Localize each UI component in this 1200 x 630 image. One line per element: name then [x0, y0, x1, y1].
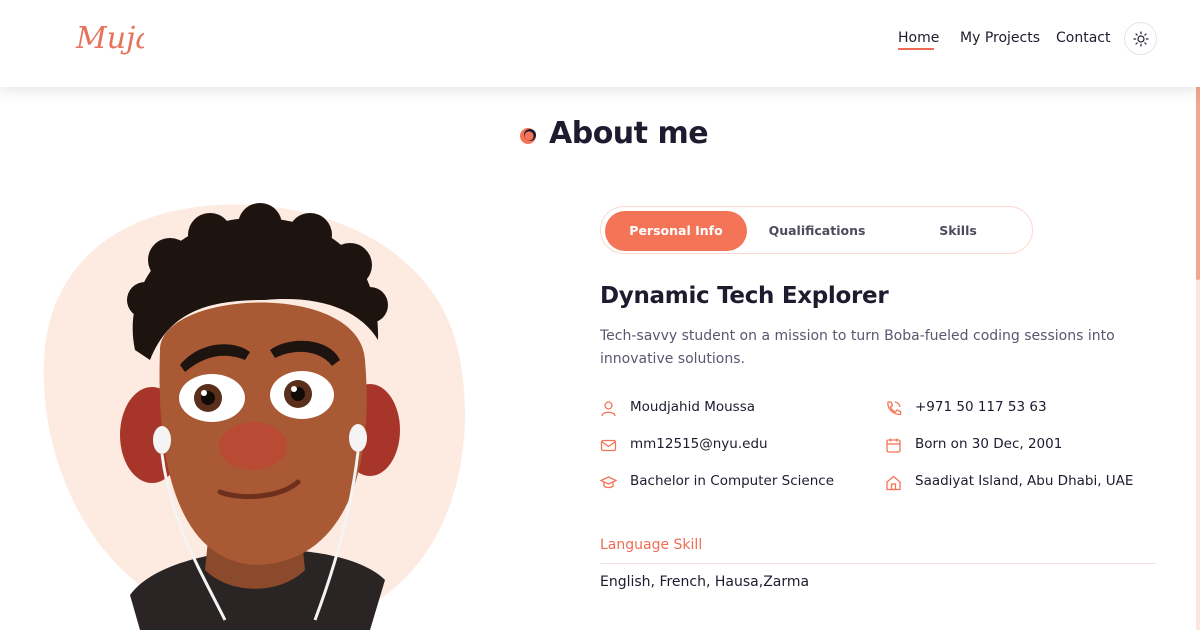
logo[interactable]: Muja: [74, 10, 144, 70]
info-text: Saadiyat Island, Abu Dhabi, UAE: [915, 473, 1134, 489]
nav-my-projects[interactable]: My Projects: [960, 30, 1040, 46]
nav-home[interactable]: Home: [898, 30, 939, 46]
info-text: +971 50 117 53 63: [915, 399, 1047, 415]
home-icon: [886, 475, 901, 491]
section-title: About me: [549, 116, 709, 151]
tab-skills[interactable]: Skills: [891, 211, 1025, 251]
language-skill-label: Language Skill: [600, 537, 703, 553]
mail-icon: [600, 439, 617, 452]
nav-contact[interactable]: Contact: [1056, 30, 1110, 46]
tab-qualifications[interactable]: Qualifications: [751, 211, 883, 251]
language-skill-value: English, French, Hausa,Zarma: [600, 574, 810, 590]
phone-icon: [887, 401, 902, 416]
logo-text: Muja: [75, 21, 144, 56]
sun-icon: [1133, 31, 1149, 47]
calendar-icon: [886, 438, 901, 453]
scrollbar-track[interactable]: [1196, 0, 1200, 630]
graduation-cap-icon: [600, 476, 617, 489]
profile-heading: Dynamic Tech Explorer: [600, 283, 889, 309]
user-icon: [601, 401, 616, 417]
info-text: mm12515@nyu.edu: [630, 436, 768, 452]
nav-active-underline: [898, 48, 934, 50]
info-text: Bachelor in Computer Science: [630, 473, 835, 489]
info-text: Born on 30 Dec, 2001: [915, 436, 1063, 452]
orbit-dot-icon: [520, 128, 536, 144]
avatar-illustration: [43, 203, 465, 630]
info-tabs: Personal Info Qualifications Skills: [600, 206, 1033, 254]
info-text: Moudjahid Moussa: [630, 399, 756, 415]
tab-personal-info[interactable]: Personal Info: [605, 211, 747, 251]
theme-toggle-button[interactable]: [1124, 22, 1157, 55]
divider: [600, 563, 1156, 564]
site-header: Muja Home My Projects Contact: [0, 0, 1200, 87]
profile-description: Tech-savvy student on a mission to turn …: [600, 328, 1115, 367]
avatar: [40, 200, 470, 630]
